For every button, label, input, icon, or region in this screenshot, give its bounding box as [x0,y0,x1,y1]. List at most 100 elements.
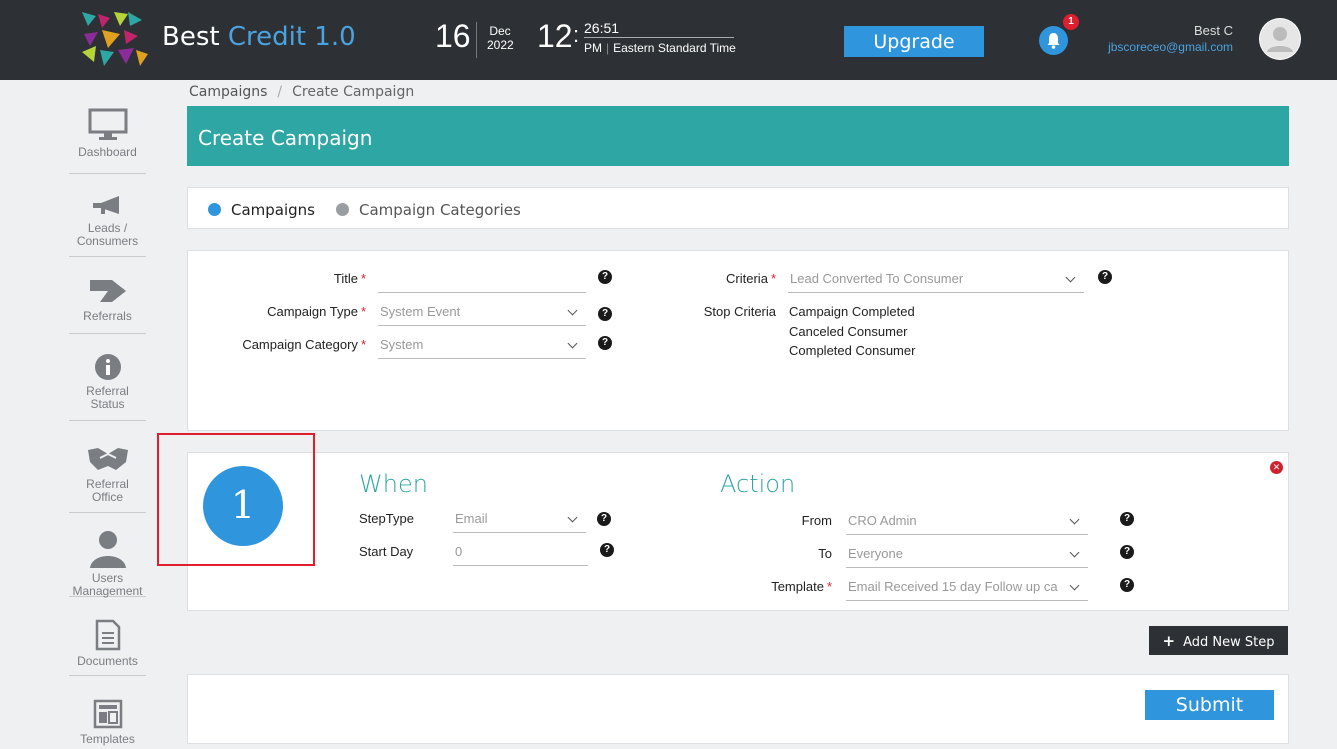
chevron-down-icon [567,305,578,316]
bell-icon [1047,33,1060,49]
tab-label: Campaigns [231,201,316,219]
notification-button[interactable] [1039,26,1068,55]
brand-suffix: Credit 1.0 [227,22,356,52]
tab-bar: Campaigns Campaign Categories [187,187,1289,229]
breadcrumb-separator: / [277,84,283,100]
help-icon[interactable]: ? [598,270,612,284]
help-icon[interactable]: ? [598,307,612,321]
breadcrumb-campaigns-link[interactable]: Campaigns [189,84,267,100]
radio-inactive-icon [336,203,349,216]
time-ampm: PM [584,41,602,55]
upgrade-button[interactable]: Upgrade [844,26,984,57]
criteria-label-text: Criteria [726,271,768,286]
sidebar-item-label: Referrals [83,309,132,323]
add-new-step-label: Add New Step [1183,634,1275,650]
user-icon [89,531,126,568]
campaign-type-value: System Event [380,304,461,319]
campaign-category-label-text: Campaign Category [242,337,358,352]
brand-prefix: Best [162,22,220,52]
date-day: 16 [435,18,471,54]
sidebar-item-templates[interactable]: Templates [69,699,146,749]
template-icon [93,699,122,729]
title-label-text: Title [333,271,358,286]
help-icon[interactable]: ? [1098,270,1112,284]
criteria-select[interactable]: Lead Converted To Consumer [788,269,1084,293]
help-icon[interactable]: ? [597,512,611,526]
user-avatar-icon [1260,19,1300,59]
logo-icon[interactable] [80,10,150,68]
breadcrumb-current: Create Campaign [292,84,415,100]
template-select[interactable]: Email Received 15 day Follow up ca [846,577,1088,601]
monitor-icon [88,108,127,140]
time-minutes-seconds: 26:51 [584,20,734,38]
radio-active-icon [208,203,221,216]
chevron-down-icon [1069,514,1080,525]
document-icon [95,619,120,651]
chevron-down-icon [567,338,578,349]
sidebar-item-label: Documents [77,654,138,668]
steptype-select[interactable]: Email [453,509,586,533]
page-header: Create Campaign [187,106,1289,166]
add-new-step-button[interactable]: + Add New Step [1149,626,1288,655]
campaign-type-label: Campaign Type * [230,304,366,319]
tab-campaigns[interactable]: Campaigns [208,201,315,219]
startday-input[interactable]: 0 [453,542,588,566]
user-email[interactable]: jbscoreceo@gmail.com [1108,40,1233,54]
tab-campaign-categories[interactable]: Campaign Categories [336,201,521,219]
sidebar-item-referral-office[interactable]: Referral Office [69,444,146,513]
sidebar-item-referral-status[interactable]: Referral Status [69,353,146,421]
sidebar-item-label: Dashboard [78,145,137,159]
help-icon[interactable]: ? [1120,545,1134,559]
stop-criteria-label: Stop Criteria [703,304,776,319]
sidebar-item-referrals[interactable]: Referrals [69,276,146,334]
sidebar-item-dashboard[interactable]: Dashboard [69,108,146,174]
info-icon [94,354,121,380]
page-title: Create Campaign [198,126,373,150]
handshake-icon [87,448,128,470]
time-hour: 12 [537,18,573,54]
chevron-down-icon [1065,272,1076,283]
steptype-label: StepType [359,511,414,526]
brand-title: Best Credit 1.0 [162,22,356,52]
help-icon[interactable]: ? [1120,512,1134,526]
arrow-right-icon [89,280,126,302]
sidebar-item-leads-consumers[interactable]: Leads / Consumers [69,194,146,257]
chevron-down-icon [1069,547,1080,558]
help-icon[interactable]: ? [1120,578,1134,592]
help-icon[interactable]: ? [600,543,614,557]
sidebar-item-users-management[interactable]: Users Management [69,530,146,598]
title-label: Title * [230,271,366,286]
remove-step-icon[interactable]: ✕ [1270,461,1283,474]
criteria-value: Lead Converted To Consumer [790,271,964,286]
campaign-category-select[interactable]: System [378,335,586,359]
to-select[interactable]: Everyone [846,544,1088,568]
date-month-year: Dec 2022 [487,24,514,52]
steptype-value: Email [455,511,488,526]
tab-label: Campaign Categories [359,201,521,219]
required-mark: * [826,579,832,594]
date-month: Dec [489,24,511,38]
campaign-type-select[interactable]: System Event [378,302,586,326]
user-name: Best C [1193,23,1233,38]
sidebar-item-label: Users Management [72,571,143,598]
sidebar-item-label: Referral Status [86,384,129,411]
campaign-category-value: System [380,337,424,352]
breadcrumb: Campaigns / Create Campaign [189,84,414,100]
to-value: Everyone [848,546,903,561]
plus-icon: + [1162,631,1176,650]
time-zone-line: PM | Eastern Standard Time [584,41,736,55]
from-select[interactable]: CRO Admin [846,511,1088,535]
criteria-label: Criteria * [680,271,776,286]
sidebar-item-documents[interactable]: Documents [69,619,146,676]
template-label: Template * [740,579,832,594]
time-colon: : [573,22,580,47]
time-zone: Eastern Standard Time [613,41,736,55]
sidebar-item-label: Templates [80,732,135,746]
title-input[interactable] [378,269,586,293]
help-icon[interactable]: ? [598,336,612,350]
stop-criteria-item: Campaign Completed [789,304,915,319]
required-mark: * [360,271,366,286]
submit-button[interactable]: Submit [1145,690,1274,720]
chevron-down-icon [567,512,578,523]
avatar[interactable] [1259,18,1301,60]
